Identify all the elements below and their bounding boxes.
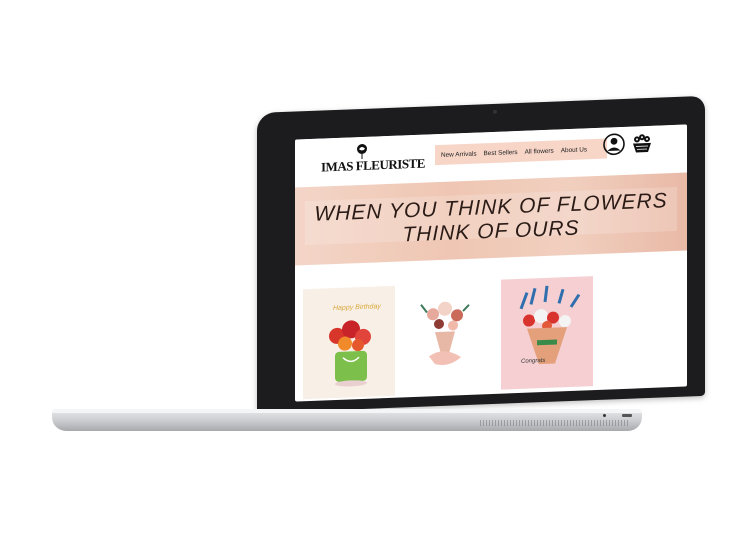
main-nav: New Arrivals Best Sellers All flowers Ab… [435, 138, 607, 166]
status-led [603, 414, 606, 417]
laptop-mockup: IMAS FLEURISTE New Arrivals Best Sellers… [0, 0, 735, 551]
nav-all-flowers[interactable]: All flowers [525, 147, 554, 155]
hand-bouquet-image [420, 301, 470, 366]
birthday-bouquet-image: Happy Birthday [329, 303, 381, 387]
product-card-birthday[interactable]: Happy Birthday [303, 285, 395, 400]
laptop-base-edge [52, 409, 642, 413]
nav-about-us[interactable]: About Us [561, 146, 587, 154]
site-logo[interactable]: IMAS FLEURISTE [321, 140, 439, 179]
camera [493, 109, 497, 114]
brand-name: IMAS FLEURISTE [321, 155, 425, 175]
laptop-screen: IMAS FLEURISTE New Arrivals Best Sellers… [295, 124, 687, 402]
card-caption: Congrats [521, 358, 545, 365]
nav-best-sellers[interactable]: Best Sellers [484, 148, 518, 156]
usb-port [622, 414, 632, 417]
flower-basket-icon[interactable] [631, 132, 653, 155]
product-card-congrats[interactable]: Congrats [501, 276, 593, 390]
laptop-lid: IMAS FLEURISTE New Arrivals Best Sellers… [257, 95, 705, 413]
user-icon[interactable] [603, 133, 625, 156]
laptop-vent [480, 420, 630, 426]
card-caption: Happy Birthday [333, 303, 381, 312]
hero-banner: WHEN YOU THINK OF FLOWERS THINK OF OURS [295, 172, 687, 266]
product-card-bouquet[interactable] [399, 282, 491, 396]
nav-new-arrivals[interactable]: New Arrivals [441, 150, 477, 158]
site-header: IMAS FLEURISTE New Arrivals Best Sellers… [295, 124, 687, 180]
congrats-bouquet-image: Congrats [519, 285, 581, 365]
